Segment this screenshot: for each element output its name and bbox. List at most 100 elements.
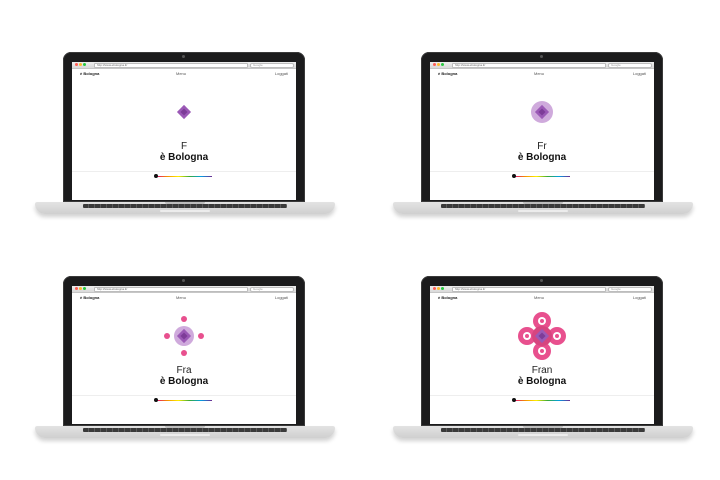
logo-animation <box>430 86 654 138</box>
browser-screen: http://www.ebologna.it/ Google è Bologna… <box>72 286 296 424</box>
browser-toolbar: http://www.ebologna.it/ Google <box>72 62 296 69</box>
close-window-button[interactable] <box>433 63 436 66</box>
browser-screen: http://www.ebologna.it/ Google è Bologna… <box>430 62 654 200</box>
address-bar[interactable]: http://www.ebologna.it/ <box>94 63 248 68</box>
browser-search-input[interactable]: Google <box>608 287 652 292</box>
browser-toolbar: http://www.ebologna.it/ Google <box>72 286 296 293</box>
zoom-window-button[interactable] <box>83 63 86 66</box>
login-link[interactable]: Loggati <box>275 69 288 78</box>
page-headline: è Bologna <box>517 376 567 387</box>
site-logo[interactable]: è Bologna <box>438 69 457 78</box>
address-bar[interactable]: http://www.ebologna.it/ <box>452 63 606 68</box>
page-headline: è Bologna <box>159 376 209 387</box>
keyboard <box>83 428 287 432</box>
zoom-window-button[interactable] <box>441 287 444 290</box>
site-logo[interactable]: è Bologna <box>80 293 99 302</box>
laptop-frame-1: http://www.ebologna.it/ Google è Bologna… <box>35 52 335 230</box>
color-slider-track[interactable] <box>514 176 570 177</box>
laptop-lid: http://www.ebologna.it/ Google è Bologna… <box>63 276 305 426</box>
laptop-lid: http://www.ebologna.it/ Google è Bologna… <box>421 52 663 202</box>
window-controls <box>433 63 444 66</box>
laptop-lid: http://www.ebologna.it/ Google è Bologna… <box>63 52 305 202</box>
login-link[interactable]: Loggati <box>633 293 646 302</box>
browser-toolbar: http://www.ebologna.it/ Google <box>430 286 654 293</box>
menu-link[interactable]: Menu <box>176 69 186 78</box>
address-bar[interactable]: http://www.ebologna.it/ <box>94 287 248 292</box>
slider-knob[interactable] <box>154 174 158 178</box>
trackpad <box>160 210 210 212</box>
trackpad <box>518 434 568 436</box>
browser-search-input[interactable]: Google <box>250 287 294 292</box>
login-link[interactable]: Loggati <box>275 293 288 302</box>
camera-icon <box>540 279 543 282</box>
minimize-window-button[interactable] <box>437 63 440 66</box>
page-headline: è Bologna <box>159 152 209 163</box>
camera-icon <box>182 279 185 282</box>
window-controls <box>433 287 444 290</box>
logo-animation <box>430 310 654 362</box>
top-ring-dot <box>540 319 544 323</box>
keyboard <box>441 204 645 208</box>
camera-icon <box>540 55 543 58</box>
keyboard <box>441 428 645 432</box>
color-slider-track[interactable] <box>156 176 212 177</box>
menu-link[interactable]: Menu <box>534 69 544 78</box>
right-dot-icon <box>198 333 204 339</box>
site-header: è Bologna Menu Loggati <box>430 69 654 78</box>
site-logo[interactable]: è Bologna <box>80 69 99 78</box>
close-window-button[interactable] <box>75 287 78 290</box>
laptop-frame-2: http://www.ebologna.it/ Google è Bologna… <box>393 52 693 230</box>
site-header: è Bologna Menu Loggati <box>72 293 296 302</box>
divider <box>430 171 654 172</box>
right-ring-dot <box>555 334 559 338</box>
browser-screen: http://www.ebologna.it/ Google è Bologna… <box>72 62 296 200</box>
slider-knob[interactable] <box>154 398 158 402</box>
minimize-window-button[interactable] <box>437 287 440 290</box>
laptop-lid: http://www.ebologna.it/ Google è Bologna… <box>421 276 663 426</box>
address-bar[interactable]: http://www.ebologna.it/ <box>452 287 606 292</box>
browser-screen: http://www.ebologna.it/ Google è Bologna… <box>430 286 654 424</box>
left-ring-dot <box>525 334 529 338</box>
browser-toolbar: http://www.ebologna.it/ Google <box>430 62 654 69</box>
divider <box>72 171 296 172</box>
site-header: è Bologna Menu Loggati <box>430 293 654 302</box>
zoom-window-button[interactable] <box>441 63 444 66</box>
window-controls <box>75 63 86 66</box>
typed-text: Fr <box>537 141 547 152</box>
divider <box>72 395 296 396</box>
trackpad <box>518 210 568 212</box>
menu-link[interactable]: Menu <box>176 293 186 302</box>
minimize-window-button[interactable] <box>79 287 82 290</box>
close-window-button[interactable] <box>75 63 78 66</box>
color-slider-track[interactable] <box>156 400 212 401</box>
typed-text: Fran <box>531 365 553 376</box>
logo-animation <box>72 310 296 362</box>
keyboard <box>83 204 287 208</box>
laptop-base <box>393 202 693 214</box>
laptop-frame-4: http://www.ebologna.it/ Google è Bologna… <box>393 276 693 454</box>
browser-search-input[interactable]: Google <box>250 63 294 68</box>
camera-icon <box>182 55 185 58</box>
slider-knob[interactable] <box>512 398 516 402</box>
laptop-frame-3: http://www.ebologna.it/ Google è Bologna… <box>35 276 335 454</box>
minimize-window-button[interactable] <box>79 63 82 66</box>
window-controls <box>75 287 86 290</box>
typed-text: Fra <box>176 365 192 376</box>
browser-search-input[interactable]: Google <box>608 63 652 68</box>
slider-knob[interactable] <box>512 174 516 178</box>
top-dot-icon <box>181 316 187 322</box>
zoom-window-button[interactable] <box>83 287 86 290</box>
color-slider-track[interactable] <box>514 400 570 401</box>
logo-animation <box>72 86 296 138</box>
left-dot-icon <box>164 333 170 339</box>
menu-link[interactable]: Menu <box>534 293 544 302</box>
divider <box>430 395 654 396</box>
site-logo[interactable]: è Bologna <box>438 293 457 302</box>
close-window-button[interactable] <box>433 287 436 290</box>
site-header: è Bologna Menu Loggati <box>72 69 296 78</box>
laptop-base <box>35 426 335 438</box>
login-link[interactable]: Loggati <box>633 69 646 78</box>
page-headline: è Bologna <box>517 152 567 163</box>
bottom-dot-icon <box>181 350 187 356</box>
bottom-ring-dot <box>540 349 544 353</box>
